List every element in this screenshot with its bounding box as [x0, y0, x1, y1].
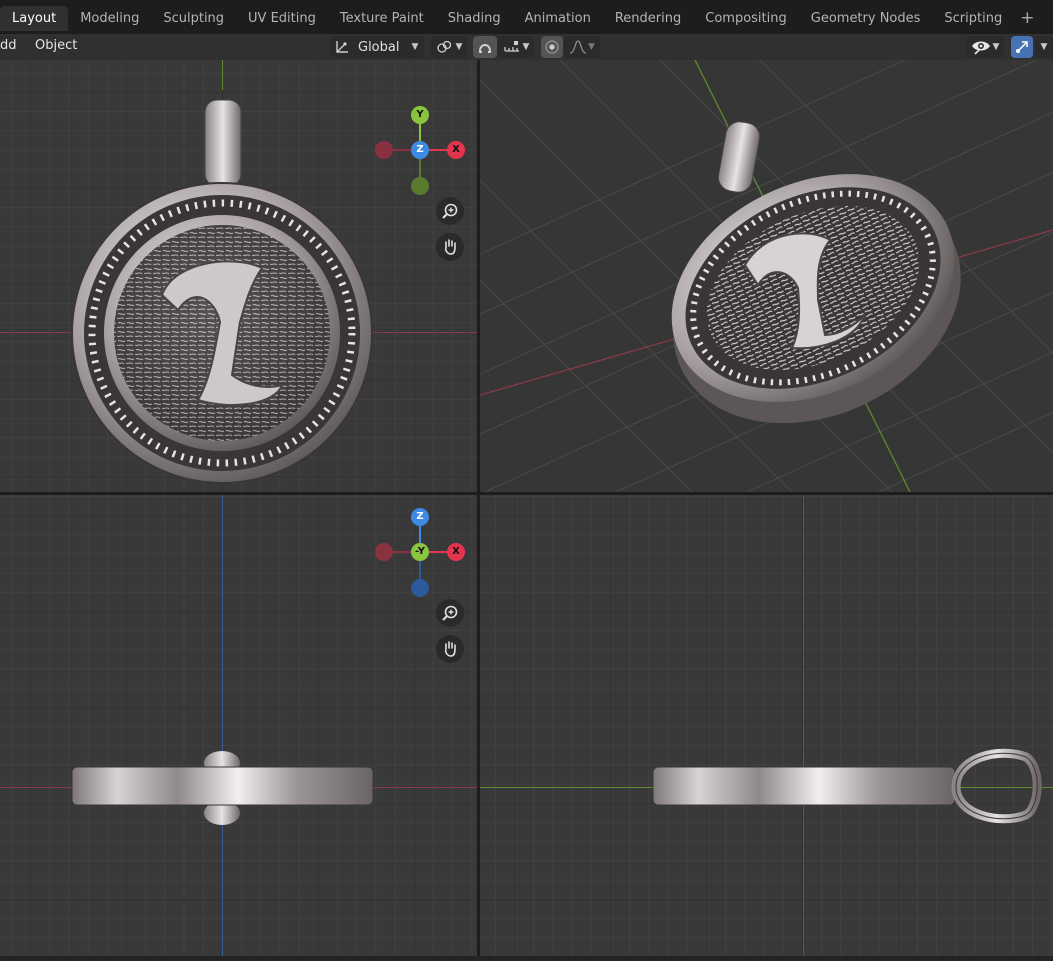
viewport-top[interactable]: Y Z X: [0, 60, 477, 492]
tab-uv-editing[interactable]: UV Editing: [236, 6, 328, 31]
chevron-down-icon: ▼: [588, 42, 595, 52]
gizmo-z-axis[interactable]: Z: [411, 508, 429, 526]
gizmo-neg-x-axis[interactable]: [375, 543, 393, 561]
pan-hand-icon: [441, 640, 459, 658]
snap-toggle[interactable]: [473, 36, 497, 58]
tab-rendering[interactable]: Rendering: [603, 6, 693, 31]
gizmo-toggle[interactable]: [1011, 36, 1033, 58]
proportional-edit-toggle[interactable]: [541, 36, 563, 58]
gizmo-neg-z-axis[interactable]: [411, 579, 429, 597]
tab-geometry-nodes[interactable]: Geometry Nodes: [799, 6, 933, 31]
falloff-dropdown[interactable]: ▼: [564, 36, 600, 58]
chevron-down-icon: ▼: [992, 42, 1000, 52]
tab-texture-paint[interactable]: Texture Paint: [328, 6, 436, 31]
viewport-header: dd Object Global ▼ ▼ ▼ ▼ ▼ ▼: [0, 34, 1053, 60]
visibility-dropdown[interactable]: ▼: [966, 36, 1004, 58]
tab-animation[interactable]: Animation: [513, 6, 603, 31]
workspace-tabbar: Layout Modeling Sculpting UV Editing Tex…: [0, 0, 1053, 34]
pendant-side-view[interactable]: [480, 495, 1053, 956]
menu-object[interactable]: Object: [35, 38, 77, 53]
viewport-side[interactable]: [480, 495, 1053, 956]
pendant-perspective-view: [671, 121, 961, 424]
viewport-perspective[interactable]: [480, 60, 1053, 492]
chevron-down-icon: ▼: [455, 42, 463, 52]
add-workspace-button[interactable]: +: [1014, 8, 1040, 28]
gizmo-z-axis[interactable]: Z: [411, 141, 429, 159]
status-bar: [0, 956, 1053, 961]
zoom-button[interactable]: [436, 599, 464, 627]
zoom-icon: [441, 202, 459, 220]
snap-target-dropdown[interactable]: ▼: [498, 36, 534, 58]
visibility-eye-icon: [971, 39, 991, 55]
zoom-icon: [441, 604, 459, 622]
gizmo-neg-y-axis[interactable]: [411, 177, 429, 195]
pivot-point-dropdown[interactable]: ▼: [431, 36, 467, 58]
gizmo-y-axis[interactable]: Y: [411, 106, 429, 124]
snap-icon: [477, 39, 493, 55]
pivot-link-icon: [436, 40, 454, 54]
gizmo-neg-x-axis[interactable]: [375, 141, 393, 159]
zoom-button[interactable]: [436, 197, 464, 225]
menu-add[interactable]: dd: [0, 38, 17, 53]
gizmo-neg-y-axis[interactable]: -Y: [411, 543, 429, 561]
chevron-down-icon: ▼: [411, 42, 419, 52]
snap-increment-icon: [503, 40, 521, 54]
transform-orientation-dropdown[interactable]: Global ▼: [330, 36, 424, 58]
gizmo-x-axis[interactable]: X: [447, 543, 465, 561]
navigation-gizmo-front[interactable]: Z -Y X: [370, 506, 477, 616]
pan-hand-icon: [441, 238, 459, 256]
pan-button[interactable]: [436, 233, 464, 261]
tab-scripting[interactable]: Scripting: [932, 6, 1014, 31]
proportional-edit-icon: [545, 40, 559, 54]
chevron-down-icon: ▼: [1040, 42, 1048, 52]
chevron-down-icon: ▼: [522, 42, 530, 52]
tab-shading[interactable]: Shading: [436, 6, 513, 31]
falloff-curve-icon: [569, 40, 587, 54]
viewport-front[interactable]: Z -Y X: [0, 495, 477, 956]
transform-pivot-icon: [334, 39, 350, 55]
gizmo-dropdown[interactable]: ▼: [1035, 36, 1053, 58]
tab-sculpting[interactable]: Sculpting: [151, 6, 236, 31]
navigation-gizmo-top[interactable]: Y Z X: [370, 102, 477, 212]
tab-compositing[interactable]: Compositing: [693, 6, 799, 31]
tab-layout[interactable]: Layout: [0, 6, 69, 31]
pan-button[interactable]: [436, 635, 464, 663]
tab-modeling[interactable]: Modeling: [68, 6, 151, 31]
transform-orientation-label: Global: [358, 39, 400, 55]
gizmo-toggle-icon: [1014, 39, 1030, 55]
gizmo-x-axis[interactable]: X: [447, 141, 465, 159]
